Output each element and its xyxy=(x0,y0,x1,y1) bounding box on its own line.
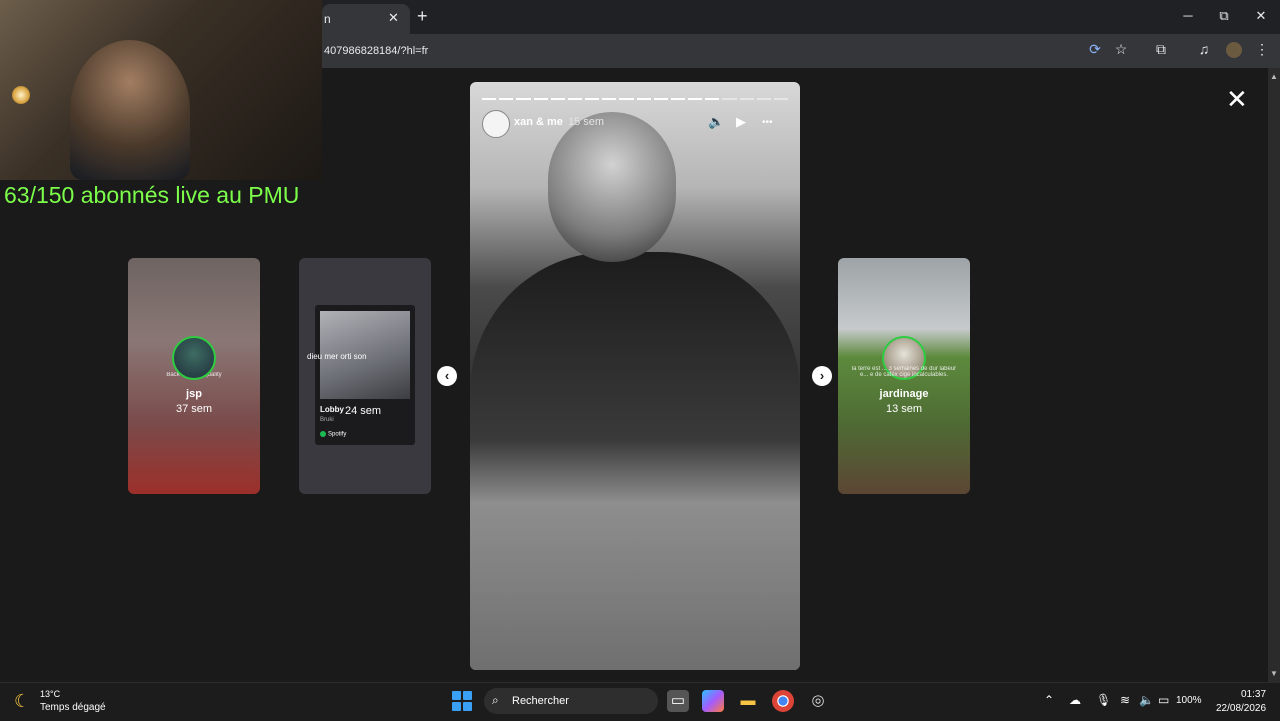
story-author-avatar[interactable] xyxy=(482,110,510,138)
progress-segment xyxy=(636,98,651,100)
progress-segment xyxy=(756,98,771,100)
webcam-overlay xyxy=(0,0,322,180)
music-card: Lobby Bruki Spotify xyxy=(315,305,415,445)
minimize-button[interactable]: ─ xyxy=(1176,8,1200,23)
search-icon: ⌕ xyxy=(492,693,499,707)
url-text: 407986828184/?hl=fr xyxy=(324,45,429,57)
mute-icon[interactable]: 🔈 xyxy=(708,114,724,130)
battery-percentage[interactable]: 100% xyxy=(1176,695,1202,706)
clock-date[interactable]: 22/08/2026 xyxy=(1216,703,1266,714)
window-close-button[interactable]: ✕ xyxy=(1249,8,1273,24)
extensions-icon[interactable]: ⧉ xyxy=(1151,41,1171,58)
progress-segment xyxy=(499,98,514,100)
onedrive-icon[interactable]: ☁ xyxy=(1069,693,1081,707)
story-username: jardinage xyxy=(879,388,929,400)
progress-segment xyxy=(619,98,634,100)
subscriber-goal-text: 63/150 abonnés live au PMU xyxy=(4,182,300,208)
story-caption: dieu mer orti son xyxy=(307,352,367,361)
side-story-jardinage[interactable]: la terre est ... 3 semaines de dur labeu… xyxy=(838,258,970,494)
story-avatar xyxy=(172,336,216,380)
track-artist: Bruki xyxy=(320,417,334,423)
scroll-up-icon[interactable]: ▲ xyxy=(1270,72,1278,81)
story-username: jsp xyxy=(186,388,202,400)
wifi-icon[interactable]: ≋ xyxy=(1120,693,1130,707)
progress-segment xyxy=(550,98,565,100)
progress-segment xyxy=(585,98,600,100)
next-story-arrow[interactable]: › xyxy=(812,366,832,386)
story-time: 37 sem xyxy=(175,403,213,415)
new-tab-button[interactable]: + xyxy=(417,6,428,27)
main-story[interactable]: xan & me 15 sem 🔈 ▶ ••• xyxy=(470,82,800,670)
progress-segment xyxy=(773,98,789,100)
progress-segment xyxy=(533,98,548,100)
search-placeholder: Rechercher xyxy=(512,695,569,707)
file-explorer-icon[interactable]: ▬ xyxy=(737,690,759,712)
progress-segment xyxy=(602,98,617,100)
previous-story-arrow[interactable]: ‹ xyxy=(437,366,457,386)
moon-weather-icon[interactable]: ☾ xyxy=(14,691,30,712)
story-video-body xyxy=(470,252,800,670)
story-video-head xyxy=(548,112,676,262)
weather-description[interactable]: Temps dégagé xyxy=(40,702,106,713)
scroll-down-icon[interactable]: ▼ xyxy=(1270,669,1278,678)
volume-icon[interactable]: 🔈 xyxy=(1139,693,1154,707)
close-viewer-button[interactable]: ✕ xyxy=(1226,86,1248,112)
story-overlay-text: la terre est ... 3 semaines de dur labeu… xyxy=(851,366,957,378)
progress-segment xyxy=(705,98,720,100)
address-bar[interactable]: 407986828184/?hl=fr xyxy=(322,37,1082,65)
progress-segment xyxy=(482,98,497,100)
track-title: Lobby xyxy=(320,405,344,414)
spotify-label: Spotify xyxy=(328,431,347,438)
obs-icon[interactable]: ◎ xyxy=(807,690,829,712)
streamer-figure xyxy=(70,40,190,180)
taskbar-search[interactable]: ⌕ Rechercher xyxy=(484,688,658,714)
side-story-music[interactable]: Lobby Bruki Spotify dieu mer orti son 24… xyxy=(299,258,431,494)
progress-segment xyxy=(722,98,737,100)
chevron-up-icon[interactable]: ⌃ xyxy=(1044,693,1054,707)
tab-title: n xyxy=(324,12,331,26)
active-tab[interactable]: n ✕ xyxy=(322,4,410,34)
page-scrollbar[interactable]: ▲ ▼ xyxy=(1268,68,1280,682)
progress-segment xyxy=(567,98,583,100)
microphone-icon[interactable]: 🎙 xyxy=(1096,693,1111,707)
copilot-icon[interactable] xyxy=(702,690,724,712)
spotify-badge: Spotify xyxy=(320,431,346,438)
story-age: 15 sem xyxy=(568,116,605,128)
task-view-icon[interactable]: ▭ xyxy=(667,690,689,712)
progress-segment xyxy=(516,98,531,100)
story-time: 24 sem xyxy=(345,405,382,417)
more-options-icon[interactable]: ••• xyxy=(762,117,773,128)
profile-avatar[interactable] xyxy=(1226,42,1242,58)
spotify-icon xyxy=(320,431,326,437)
story-author-name[interactable]: xan & me xyxy=(514,116,563,128)
progress-segment xyxy=(739,98,754,100)
sync-icon[interactable]: ⟳ xyxy=(1085,41,1105,58)
taskbar: ☾ 13°C Temps dégagé ⌕ Rechercher ▭ ▬ ◎ ⌃… xyxy=(0,682,1280,721)
start-button[interactable] xyxy=(452,691,472,711)
side-story-jsp[interactable]: Back stage ... quality jsp 37 sem xyxy=(128,258,260,494)
battery-icon[interactable]: ▭ xyxy=(1158,693,1169,707)
progress-segment xyxy=(653,98,668,100)
story-progress-bar xyxy=(482,98,789,100)
media-icon[interactable]: ♫ xyxy=(1194,41,1214,57)
menu-icon[interactable]: ⋮ xyxy=(1252,41,1272,58)
tab-close-icon[interactable]: ✕ xyxy=(388,10,399,26)
chrome-icon[interactable] xyxy=(772,690,794,712)
weather-temperature[interactable]: 13°C xyxy=(40,689,60,699)
star-icon[interactable]: ☆ xyxy=(1111,41,1131,58)
restore-button[interactable]: ⧉ xyxy=(1212,8,1236,24)
progress-segment xyxy=(688,98,703,100)
progress-segment xyxy=(670,98,686,100)
story-time: 13 sem xyxy=(885,403,923,415)
lamp-light xyxy=(12,86,30,104)
clock-time[interactable]: 01:37 xyxy=(1241,689,1266,700)
play-icon[interactable]: ▶ xyxy=(736,114,746,130)
